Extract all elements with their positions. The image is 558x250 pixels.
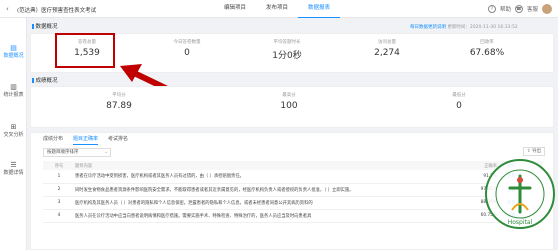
scores-card: 平均分 87.89 最高分 100 最低分 0 bbox=[30, 86, 554, 128]
stat-total-visits: 访问总量 2,274 bbox=[374, 40, 400, 58]
project-title: (范达典）医疗预害查性表文考试 bbox=[17, 7, 97, 14]
sort-select[interactable]: 按题目顺序排序 ⌄ bbox=[43, 148, 111, 157]
main-content: 数据概况 每日数据更新说明 更新时间：2020-11-30 16:33:52 答… bbox=[30, 20, 554, 250]
sidebar-item-label: 数据概况 bbox=[3, 53, 24, 59]
sidebar-item-label: 交叉分析 bbox=[3, 132, 24, 138]
detail-card: 成绩分布 题目正确率 考试排名 按题目顺序排序 ⌄ ⇪ 导出 序号 题目内容 正… bbox=[30, 132, 554, 250]
chevron-down-icon: ⌄ bbox=[104, 150, 108, 155]
service-link[interactable]: 客服 bbox=[527, 5, 538, 13]
tab-question-accuracy[interactable]: 题目正确率 bbox=[73, 135, 99, 145]
header-actions: ? 帮助 ☎ 客服 bbox=[487, 4, 552, 14]
stat-min-score: 最低分 0 bbox=[452, 93, 466, 111]
top-bar: ‹ (范达典）医疗预害查性表文考试 编辑项目 发布项目 数据报表 ? 帮助 ☎ … bbox=[0, 0, 558, 18]
highlight-box bbox=[55, 33, 115, 68]
stat-today-responses: 今日答卷数量 0 bbox=[173, 40, 201, 58]
update-time: 更新时间：2020-11-30 16:33:52 bbox=[447, 25, 518, 30]
table-row: 3 医疗机构及其医务人员（ ）对患者的隐私和个人信息保密。泄露患者的隐私和个人信… bbox=[43, 196, 543, 210]
bar-chart-icon: ▥ bbox=[10, 83, 17, 91]
scores-title: 成绩概况 bbox=[32, 76, 58, 84]
col-no: 序号 bbox=[43, 161, 71, 170]
sidebar-item-cross-analysis[interactable]: ⊞ 交叉分析 bbox=[0, 123, 27, 138]
tab-publish-project[interactable]: 发布项目 bbox=[256, 0, 298, 18]
table-row: 2 同时发生食物食品患者资源条件影响医院安全需求，不能取得患者或者其近亲属意见的… bbox=[43, 183, 543, 197]
table-row: 1 患者在诊疗活动中受到损害，医疗机构或者其医务人员有过错的，由（ ）承担赔偿责… bbox=[43, 170, 543, 184]
export-button[interactable]: ⇪ 导出 bbox=[523, 147, 545, 156]
stat-avg-time: 平均答题时长 1分0秒 bbox=[272, 40, 302, 61]
stat-max-score: 最高分 100 bbox=[280, 93, 298, 111]
header-tabs: 编辑项目 发布项目 数据报表 bbox=[214, 0, 341, 18]
stat-recovery-rate: 回收率 67.68% bbox=[469, 40, 505, 58]
sidebar-item-details[interactable]: ☰ 数据详情 bbox=[0, 161, 27, 176]
stat-average-score: 平均分 87.89 bbox=[106, 93, 132, 111]
sidebar-item-label: 统计报表 bbox=[3, 92, 24, 98]
sidebar-item-label: 数据详情 bbox=[3, 170, 24, 176]
help-icon[interactable]: ? bbox=[487, 5, 496, 13]
sort-select-value: 按题目顺序排序 bbox=[47, 150, 79, 155]
tab-exam-ranking[interactable]: 考试排名 bbox=[108, 135, 128, 145]
sidebar-item-overview[interactable]: ▤ 数据概况 bbox=[0, 44, 27, 59]
update-explain-link[interactable]: 每日数据更新说明 bbox=[410, 25, 446, 30]
hospital-seal-icon: Hospital bbox=[485, 159, 555, 229]
service-icon[interactable]: ☎ bbox=[514, 5, 523, 13]
tab-score-distribution[interactable]: 成绩分布 bbox=[43, 135, 63, 145]
detail-tabs: 成绩分布 题目正确率 考试排名 bbox=[43, 135, 138, 145]
export-icon: ⇪ bbox=[526, 149, 531, 154]
overview-title: 数据概况 bbox=[32, 22, 58, 30]
avatar[interactable] bbox=[542, 4, 552, 14]
table-header: 序号 题目内容 正确率 操作 bbox=[43, 161, 543, 170]
sidebar-item-statistics[interactable]: ▥ 统计报表 bbox=[0, 83, 27, 98]
accuracy-table: 序号 题目内容 正确率 操作 1 患者在诊疗活动中受到损害，医疗机构或者其医务人… bbox=[43, 161, 543, 223]
chart-icon: ▤ bbox=[10, 44, 17, 52]
list-icon: ☰ bbox=[10, 161, 17, 169]
update-info: 每日数据更新说明 更新时间：2020-11-30 16:33:52 bbox=[410, 24, 518, 30]
sidebar: ▤ 数据概况 ▥ 统计报表 ⊞ 交叉分析 ☰ 数据详情 bbox=[0, 18, 27, 250]
help-link[interactable]: 帮助 bbox=[500, 5, 511, 13]
table-row: 4 医务人员在诊疗活动中应当向患者说明病情和医疗措施。需要实施手术、特殊检查、特… bbox=[43, 209, 543, 223]
col-content: 题目内容 bbox=[71, 161, 453, 170]
back-icon[interactable]: ‹ bbox=[6, 5, 9, 13]
tab-edit-project[interactable]: 编辑项目 bbox=[214, 0, 256, 18]
cross-icon: ⊞ bbox=[10, 123, 17, 131]
seal-text: Hospital bbox=[508, 219, 533, 226]
tab-data-report[interactable]: 数据报表 bbox=[298, 0, 341, 18]
